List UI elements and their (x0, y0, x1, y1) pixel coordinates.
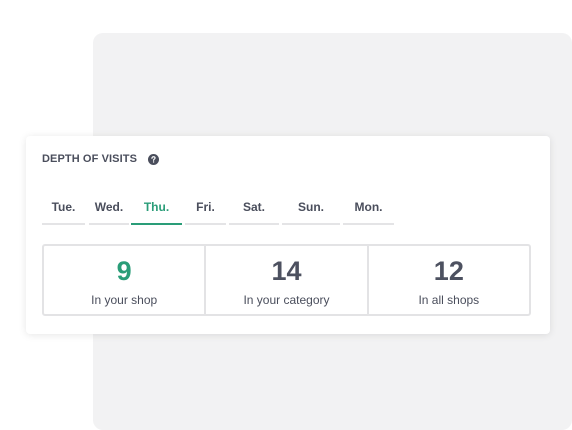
stat-label: In your shop (91, 293, 158, 307)
stat-in-all-shops: 12 In all shops (369, 246, 529, 314)
stat-label: In all shops (418, 293, 480, 307)
stat-in-your-category: 14 In your category (206, 246, 369, 314)
question-circle-icon[interactable] (148, 153, 160, 165)
tab-tue[interactable]: Tue. (42, 199, 85, 225)
tab-mon[interactable]: Mon. (343, 199, 394, 225)
tab-sat[interactable]: Sat. (229, 199, 279, 225)
tab-thu[interactable]: Thu. (131, 199, 182, 225)
card-title: DEPTH OF VISITS (42, 153, 138, 165)
depth-of-visits-card: DEPTH OF VISITS Tue. Wed. Thu. Fri. Sat.… (26, 136, 550, 334)
stat-value: 12 (433, 256, 464, 286)
tab-fri[interactable]: Fri. (185, 199, 226, 225)
stat-value: 9 (116, 256, 132, 286)
tab-sun[interactable]: Sun. (282, 199, 340, 225)
tab-wed[interactable]: Wed. (89, 199, 129, 225)
stat-value: 14 (271, 256, 302, 286)
stats-row: 9 In your shop 14 In your category 12 In… (42, 244, 531, 316)
stat-label: In your category (243, 293, 330, 307)
stat-in-your-shop: 9 In your shop (44, 246, 207, 314)
card-header: DEPTH OF VISITS (42, 153, 160, 165)
